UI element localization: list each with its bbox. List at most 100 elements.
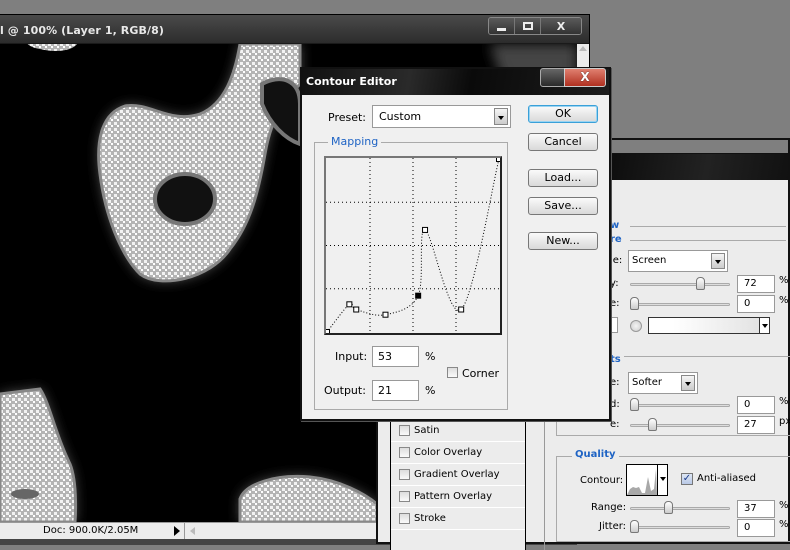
window-controls: X [488,17,582,35]
range-slider-track[interactable] [630,507,730,510]
gradient-overlay-checkbox[interactable] [399,469,410,480]
minimize-button [540,68,565,87]
style-item-label: Pattern Overlay [414,491,493,502]
chevron-down-icon[interactable] [711,253,725,269]
contour-graph[interactable] [324,156,502,335]
curve-point[interactable] [458,306,465,313]
contour-picker[interactable] [626,464,668,496]
style-item-stroke[interactable]: Stroke [391,508,525,530]
color-swatch[interactable] [610,317,618,333]
blend-mode-select[interactable]: Screen [628,250,728,272]
close-icon: X [580,70,590,84]
opacity-slider-thumb[interactable] [696,277,706,290]
spread-unit: % [779,396,789,407]
style-item-label: Satin [414,425,440,436]
document-size-status: Doc: 900.0K/2.05M [43,525,139,536]
chevron-down-icon[interactable] [681,375,695,391]
curve-point[interactable] [353,306,360,313]
mapping-heading: Mapping [328,135,382,148]
scroll-left-icon[interactable] [190,527,195,535]
preset-select[interactable]: Custom [372,105,511,128]
jitter-label: Jitter: [599,521,627,532]
blob-shape [0,387,78,522]
style-item-pattern-overlay[interactable]: Pattern Overlay [391,486,525,508]
opacity-label: y: [610,278,619,289]
pattern-overlay-checkbox[interactable] [399,491,410,502]
style-item-color-overlay[interactable]: Color Overlay [391,442,525,464]
maximize-button[interactable] [515,18,541,34]
noise-field[interactable]: 0 [737,295,775,313]
curve-point[interactable] [324,329,330,335]
color-overlay-checkbox[interactable] [399,447,410,458]
curve-point[interactable] [422,226,429,233]
noise-unit: % [779,295,789,306]
new-button[interactable]: New... [528,232,598,250]
close-icon: X [556,19,566,33]
stroke-checkbox[interactable] [399,513,410,524]
section-heading: w [610,220,620,231]
style-item-label: Color Overlay [414,447,483,458]
status-menu-arrow-icon[interactable] [174,526,180,536]
range-unit: % [779,500,789,511]
workspace-background [610,140,788,154]
noise-slider-thumb[interactable] [630,297,639,310]
blob-shape [27,44,77,51]
size-field[interactable]: 27 [737,416,775,434]
size-unit: px [779,416,790,427]
document-titlebar[interactable]: l @ 100% (Layer 1, RGB/8) X [0,15,589,43]
size-slider-track[interactable] [630,424,730,427]
contour-curve-canvas[interactable] [324,156,502,335]
spread-field[interactable]: 0 [737,396,775,414]
jitter-slider-thumb[interactable] [630,520,639,533]
range-slider-thumb[interactable] [664,501,674,514]
curve-point[interactable] [382,311,389,318]
contour-editor-titlebar[interactable]: Contour Editor X [302,68,609,95]
opacity-slider-track[interactable] [630,283,730,286]
curve-point-selected[interactable] [415,292,422,299]
contour-picker-divider [657,465,658,495]
load-button[interactable]: Load... [528,169,598,187]
jitter-field[interactable]: 0 [737,519,775,537]
technique-value: Softer [632,377,662,388]
output-unit: % [425,384,436,397]
style-item-satin[interactable]: Satin [391,420,525,442]
opacity-field[interactable]: 72 [737,275,775,293]
size-label: e: [610,419,620,430]
output-field[interactable]: 21 [372,380,419,401]
range-field[interactable]: 37 [737,500,775,518]
gradient-radio[interactable] [630,320,642,332]
chevron-down-icon[interactable] [494,108,508,125]
corner-checkbox[interactable] [447,367,458,378]
close-button[interactable]: X [564,68,606,87]
blob-shape [97,44,302,283]
minimize-button[interactable] [489,18,515,34]
style-item-label: Stroke [414,513,446,524]
close-button[interactable]: X [541,18,581,34]
spread-slider-thumb[interactable] [630,398,639,411]
scroll-up-icon[interactable] [579,46,587,51]
output-label: Output: [324,384,366,397]
spread-slider-track[interactable] [630,404,730,407]
chevron-down-icon[interactable] [759,318,769,333]
technique-select[interactable]: Softer [628,372,698,394]
chevron-down-icon[interactable] [660,477,666,481]
corner-label: Corner [462,367,500,380]
jitter-slider-track[interactable] [630,526,730,529]
section-divider [630,226,786,227]
cancel-button[interactable]: Cancel [528,133,598,151]
input-label: Input: [335,350,368,363]
satin-checkbox[interactable] [399,425,410,436]
noise-slider-track[interactable] [630,303,730,306]
curve-point[interactable] [346,301,353,308]
input-field[interactable]: 53 [372,346,419,367]
style-item-gradient-overlay[interactable]: Gradient Overlay [391,464,525,486]
size-slider-thumb[interactable] [648,418,658,431]
ok-button[interactable]: OK [528,105,598,123]
gradient-picker[interactable] [648,317,770,334]
dialog-title: Contour Editor [306,75,397,88]
curve-point[interactable] [496,156,502,162]
document-title: l @ 100% (Layer 1, RGB/8) [0,24,164,37]
section-heading: ts [610,354,624,365]
anti-aliased-checkbox[interactable]: ✓ [681,473,693,485]
save-button[interactable]: Save... [528,197,598,215]
